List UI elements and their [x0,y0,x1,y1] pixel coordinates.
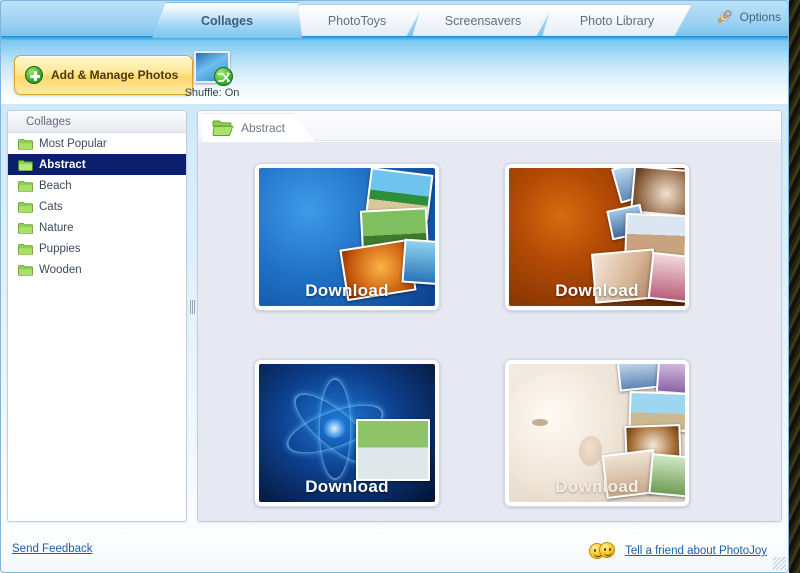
download-label: Download [555,477,639,496]
splitter-grip-icon [190,300,195,314]
shuffle-arrows-icon [218,72,231,83]
open-folder-icon [212,119,234,137]
folder-icon [18,264,33,276]
sidebar-item-cats[interactable]: Cats [8,196,186,217]
folder-icon [18,201,33,213]
collage-item-baby-cream[interactable]: Download [504,359,694,511]
add-manage-photos-label: Add & Manage Photos [51,68,179,82]
collage-thumbnail: Download [254,359,440,507]
sidebar-item-label: Puppies [39,242,81,255]
shuffle-icon [194,51,233,86]
sidebar-item-label: Nature [39,221,74,234]
download-label: Download [555,281,639,300]
resize-grip-icon[interactable] [773,557,786,570]
folder-icon [18,222,33,234]
wrench-icon [713,6,735,28]
status-bar: Send Feedback Tell a friend about PhotoJ… [0,529,789,573]
folder-icon [18,243,33,255]
photo-card [355,419,430,482]
tab-screensavers-label: Screensavers [444,14,522,28]
tell-a-friend-label: Tell a friend about PhotoJoy [625,545,767,557]
sidebar-item-beach[interactable]: Beach [8,175,186,196]
options-button[interactable]: Options [713,4,781,30]
panel-splitter[interactable] [188,110,196,522]
sidebar-item-puppies[interactable]: Puppies [8,238,186,259]
add-manage-photos-button[interactable]: Add & Manage Photos [14,55,194,95]
tab-photo-library[interactable]: Photo Library [542,4,692,37]
options-label: Options [739,10,781,24]
collage-thumbnail: Download [504,163,690,311]
tab-collages-label: Collages [200,13,254,28]
download-label: Download [305,281,389,300]
sidebar-item-wooden[interactable]: Wooden [8,259,186,280]
collage-grid: Download Download Download Download [198,142,781,521]
tell-a-friend-link[interactable]: Tell a friend about PhotoJoy [589,542,767,560]
content-tab-bar: Abstract [198,111,781,141]
collage-item-orange-gradient[interactable]: Download [504,163,694,315]
content-tab-abstract[interactable]: Abstract [202,113,315,142]
shuffle-toggle[interactable]: Shuffle: On [182,51,242,99]
folder-icon [18,159,33,171]
plus-circle-icon [25,66,43,84]
tab-strip: Collages PhotoToys Screensavers Photo Li… [0,0,789,36]
content-tab-label: Abstract [241,121,286,135]
sidebar-item-label: Cats [39,200,63,213]
collage-item-blue-gradient[interactable]: Download [254,163,444,315]
collage-thumbnail: Download [254,163,440,311]
sidebar-item-label: Most Popular [39,137,107,150]
tab-phototoys-label: PhotoToys [327,14,387,28]
shuffle-label: Shuffle: On [184,87,240,99]
tab-photo-library-label: Photo Library [579,14,655,28]
photo-card [401,238,435,286]
tab-screensavers[interactable]: Screensavers [412,4,554,37]
categories-sidebar: Collages Most Popular Abstract Beach Cat… [7,110,187,522]
tab-collages[interactable]: Collages [152,2,302,38]
collage-item-blue-swirl[interactable]: Download [254,359,444,511]
sidebar-item-label: Wooden [39,263,82,276]
collage-thumbnail: Download [504,359,690,507]
download-label: Download [305,477,389,496]
sidebar-item-nature[interactable]: Nature [8,217,186,238]
photojoy-window: Collages PhotoToys Screensavers Photo Li… [0,0,789,573]
tab-phototoys[interactable]: PhotoToys [290,4,424,37]
folder-icon [18,180,33,192]
photo-card [655,364,685,396]
toolbar: Add & Manage Photos Shuffle: On [0,36,789,104]
smiley-faces-icon [589,542,619,560]
sidebar-header: Collages [8,111,186,133]
sidebar-item-abstract[interactable]: Abstract [8,154,186,175]
send-feedback-link[interactable]: Send Feedback [12,543,93,555]
sidebar-item-most-popular[interactable]: Most Popular [8,133,186,154]
baby-eye-graphic [531,419,548,427]
sidebar-item-label: Beach [39,179,72,192]
sidebar-item-label: Abstract [39,158,86,171]
folder-icon [18,138,33,150]
content-panel: Abstract Download Download Download Down… [197,110,782,522]
